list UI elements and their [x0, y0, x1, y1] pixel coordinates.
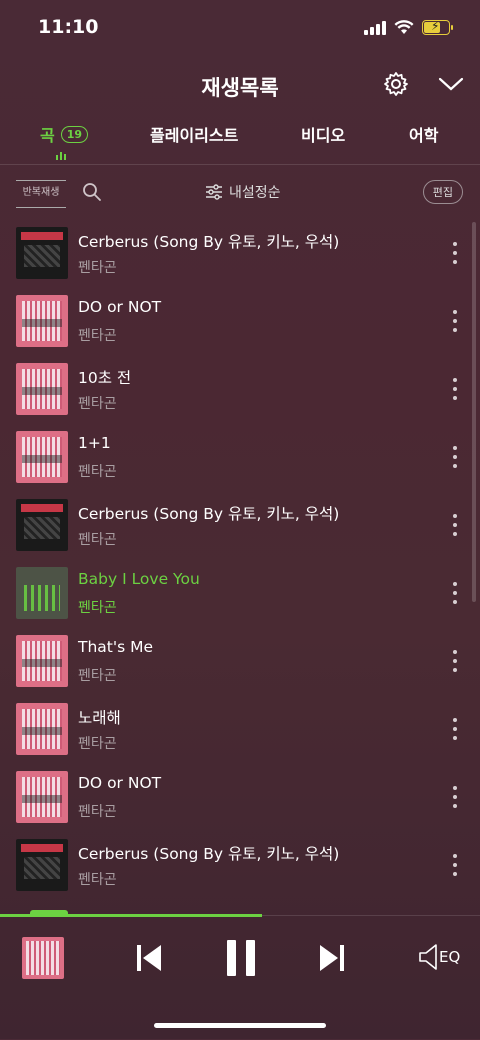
song-title: Cerberus (Song By 유토, 키노, 우석)	[78, 845, 340, 863]
tab-songs-count: 19	[60, 125, 89, 143]
now-playing-indicator-icon	[56, 152, 66, 160]
edit-button[interactable]: 편집	[422, 180, 463, 204]
song-row[interactable]: 10초 전 펜타곤	[0, 356, 480, 424]
song-artist: 펜타곤	[78, 668, 117, 684]
more-options-icon[interactable]	[452, 310, 458, 332]
pause-icon[interactable]	[225, 938, 257, 978]
song-row[interactable]: Cerberus (Song By 유토, 키노, 우석) 펜타곤	[0, 492, 480, 560]
album-art	[16, 431, 68, 483]
album-art-playing	[16, 567, 68, 619]
status-bar: 11:10 ⚡	[0, 0, 480, 56]
album-art	[16, 839, 68, 891]
song-title: Cerberus (Song By 유토, 키노, 우석)	[78, 233, 340, 251]
song-artist: 펜타곤	[78, 532, 117, 548]
home-indicator[interactable]	[154, 1023, 326, 1028]
gear-icon[interactable]	[383, 71, 409, 97]
album-art	[16, 771, 68, 823]
more-options-icon[interactable]	[452, 786, 458, 808]
previous-track-icon[interactable]	[135, 943, 163, 973]
album-art	[16, 499, 68, 551]
scrollbar[interactable]	[472, 222, 476, 602]
speaker-icon	[419, 944, 437, 970]
header: 재생목록	[0, 60, 480, 110]
next-track-icon[interactable]	[318, 943, 346, 973]
song-artist: 펜타곤	[78, 804, 117, 820]
more-options-icon[interactable]	[452, 514, 458, 536]
song-row[interactable]: That's Me 펜타곤	[0, 628, 480, 696]
more-options-icon[interactable]	[452, 582, 458, 604]
song-artist: 펜타곤	[78, 600, 117, 616]
song-title: That's Me	[78, 638, 154, 656]
song-title: 10초 전	[78, 369, 132, 387]
song-row-now-playing[interactable]: Baby I Love You 펜타곤	[0, 560, 480, 628]
song-title: 1+1	[78, 434, 111, 452]
tab-songs[interactable]: 곡 19	[40, 122, 89, 146]
album-art	[16, 227, 68, 279]
repeat-button[interactable]: 반복재생	[16, 180, 66, 208]
song-title: DO or NOT	[78, 774, 162, 792]
chevron-down-icon[interactable]	[438, 74, 464, 94]
mini-player: EQ	[0, 910, 480, 1040]
tab-songs-label: 곡	[40, 126, 55, 145]
song-row[interactable]: Cerberus (Song By 유토, 키노, 우석) 펜타곤	[0, 832, 480, 900]
status-icons: ⚡	[364, 19, 453, 35]
sliders-icon	[206, 184, 222, 200]
equalizer-label: EQ	[439, 948, 461, 966]
song-artist: 펜타곤	[78, 396, 117, 412]
album-art	[16, 363, 68, 415]
song-title: Baby I Love You	[78, 570, 200, 588]
equalizer-button[interactable]: EQ	[418, 943, 460, 971]
more-options-icon[interactable]	[452, 854, 458, 876]
song-row[interactable]: DO or NOT 펜타곤	[0, 288, 480, 356]
progress-bar[interactable]	[0, 914, 262, 917]
song-title: DO or NOT	[78, 298, 162, 316]
more-options-icon[interactable]	[452, 378, 458, 400]
more-options-icon[interactable]	[452, 446, 458, 468]
more-options-icon[interactable]	[452, 650, 458, 672]
now-playing-album-art[interactable]	[22, 937, 64, 979]
song-title: Cerberus (Song By 유토, 키노, 우석)	[78, 505, 340, 523]
song-artist: 펜타곤	[78, 260, 117, 276]
song-row[interactable]: 1+1 펜타곤	[0, 424, 480, 492]
song-title: 노래해	[78, 709, 121, 727]
tab-video[interactable]: 비디오	[301, 122, 345, 146]
tab-language[interactable]: 어학	[409, 122, 438, 146]
sort-button[interactable]: 내설정순	[205, 182, 281, 202]
list-toolbar: 반복재생 내설정순 편집	[0, 168, 480, 214]
song-artist: 펜타곤	[78, 464, 117, 480]
tab-playlist[interactable]: 플레이리스트	[150, 122, 238, 146]
song-row[interactable]: Cerberus (Song By 유토, 키노, 우석) 펜타곤	[0, 220, 480, 288]
album-art	[16, 703, 68, 755]
status-time: 11:10	[38, 16, 99, 38]
album-art	[16, 635, 68, 687]
song-artist: 펜타곤	[78, 736, 117, 752]
more-options-icon[interactable]	[452, 242, 458, 264]
song-artist: 펜타곤	[78, 872, 117, 888]
tab-bar: 곡 19 플레이리스트 비디오 어학	[0, 118, 480, 165]
song-artist: 펜타곤	[78, 328, 117, 344]
cellular-signal-icon	[364, 20, 386, 35]
search-icon[interactable]	[82, 182, 102, 202]
sort-label: 내설정순	[229, 185, 281, 201]
battery-charging-icon: ⚡	[422, 19, 453, 35]
wifi-icon	[394, 20, 414, 34]
more-options-icon[interactable]	[452, 718, 458, 740]
song-row[interactable]: 노래해 펜타곤	[0, 696, 480, 764]
song-row[interactable]: DO or NOT 펜타곤	[0, 764, 480, 832]
album-art	[16, 295, 68, 347]
